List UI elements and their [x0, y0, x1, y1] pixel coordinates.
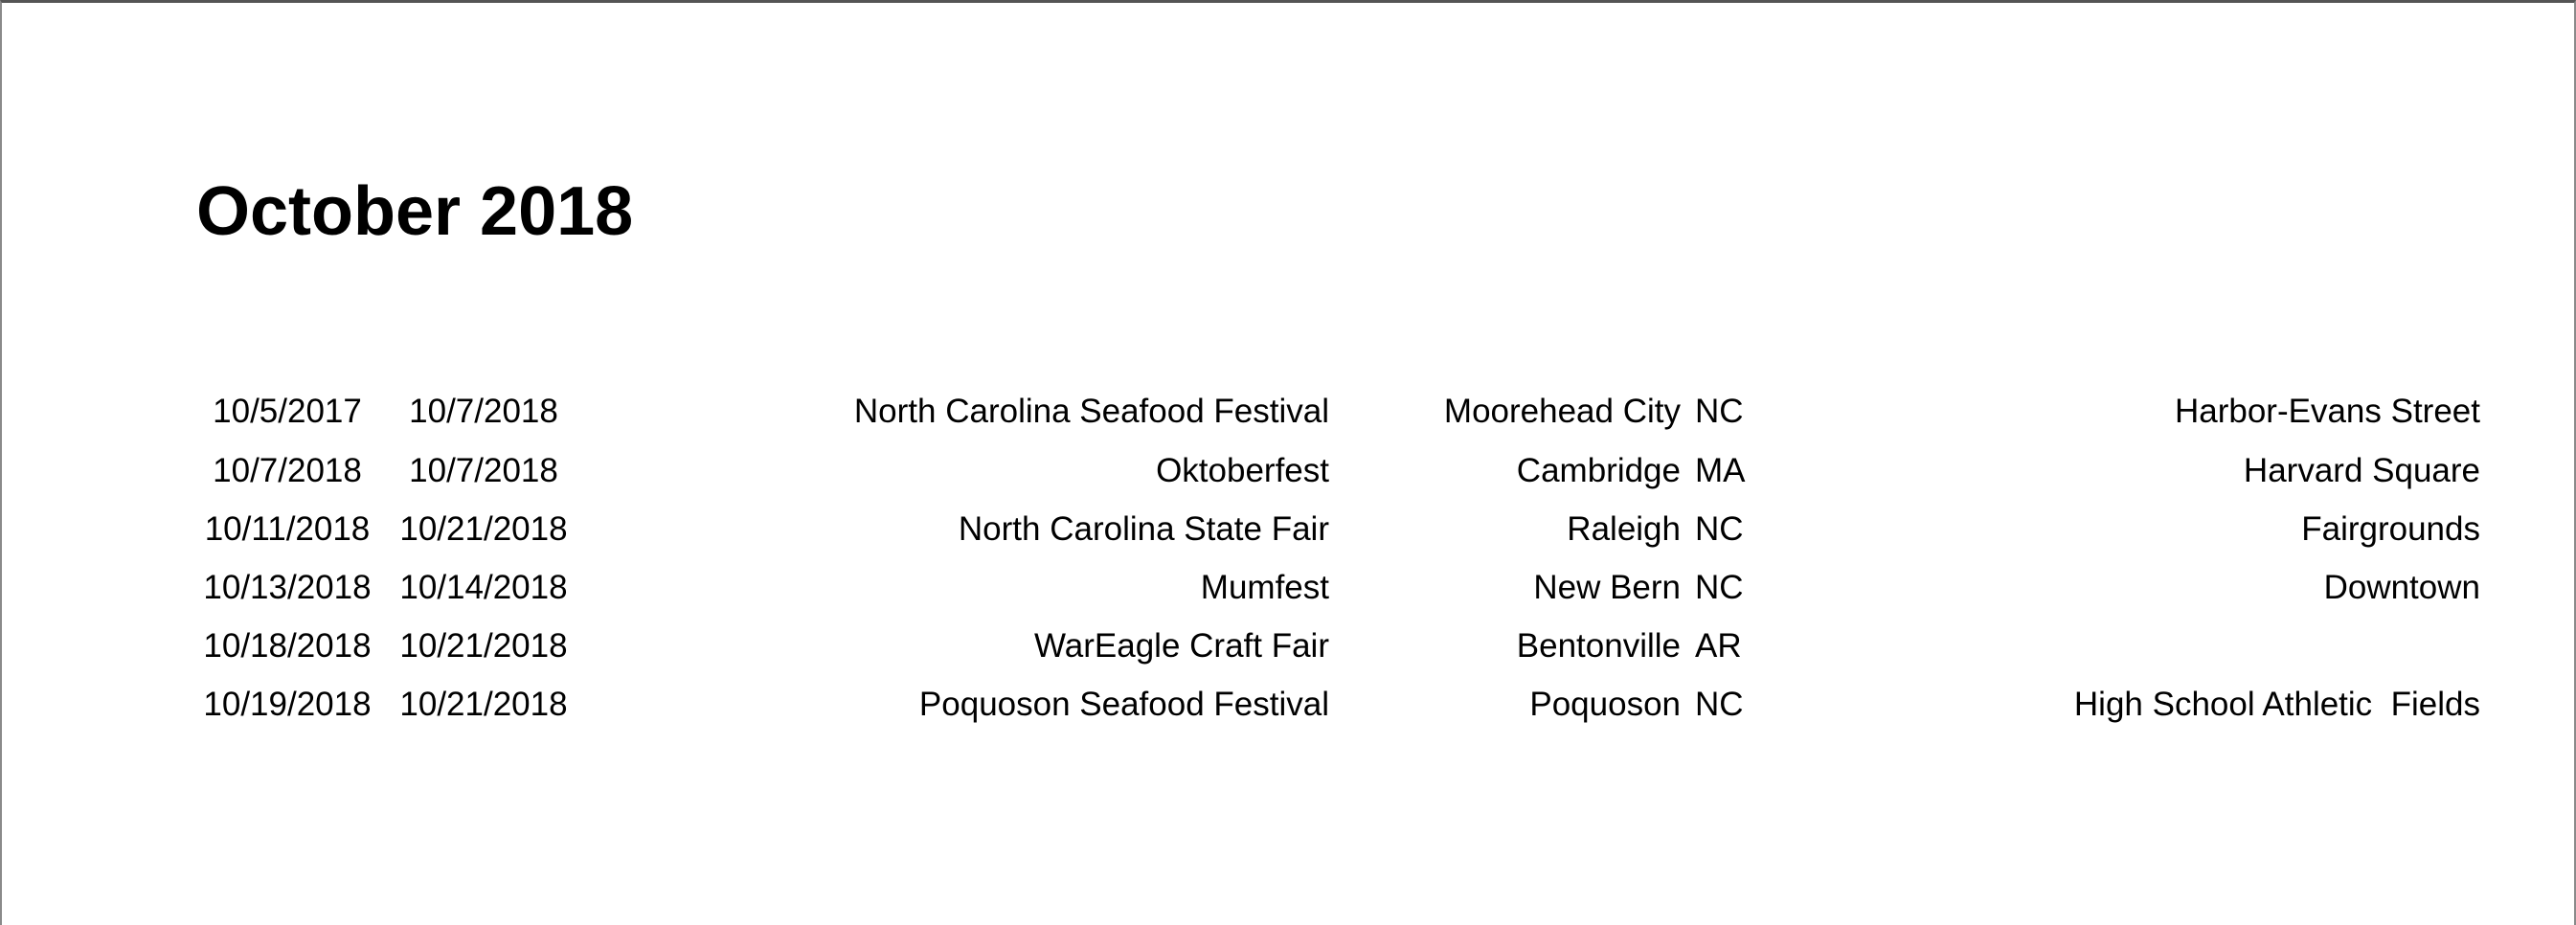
event-city: Poquoson	[1529, 686, 1681, 723]
event-row: 10/19/2018 10/21/2018 Poquoson Seafood F…	[0, 675, 2576, 733]
event-state: NC	[1695, 686, 1744, 723]
event-start-date: 10/18/2018	[203, 627, 372, 665]
event-start-date: 10/5/2017	[213, 393, 362, 430]
events-table: 10/5/2017 10/7/2018 North Carolina Seafo…	[0, 0, 2576, 925]
event-row: 10/7/2018 10/7/2018 Oktoberfest Cambridg…	[0, 441, 2576, 500]
event-row: 10/5/2017 10/7/2018 North Carolina Seafo…	[0, 382, 2576, 440]
event-end-date: 10/7/2018	[409, 452, 558, 489]
event-name: WarEagle Craft Fair	[1034, 627, 1329, 665]
event-city: Cambridge	[1516, 452, 1681, 489]
event-start-date: 10/19/2018	[203, 686, 372, 723]
event-row: 10/18/2018 10/21/2018 WarEagle Craft Fai…	[0, 617, 2576, 675]
event-venue: Harvard Square	[2243, 452, 2480, 489]
event-city: New Bern	[1533, 569, 1681, 606]
event-row: 10/11/2018 10/21/2018 North Carolina Sta…	[0, 500, 2576, 558]
event-name: Mumfest	[1200, 569, 1329, 606]
event-name: North Carolina Seafood Festival	[853, 393, 1329, 430]
event-state: AR	[1695, 627, 1742, 665]
event-end-date: 10/7/2018	[409, 393, 558, 430]
event-state: NC	[1695, 569, 1744, 606]
event-venue: High School Athletic Fields	[2073, 686, 2480, 723]
event-end-date: 10/21/2018	[399, 686, 568, 723]
event-venue: Downtown	[2323, 569, 2480, 606]
event-name: North Carolina State Fair	[958, 510, 1329, 548]
event-start-date: 10/11/2018	[204, 510, 371, 548]
event-city: Moorehead City	[1443, 393, 1681, 430]
event-start-date: 10/13/2018	[203, 569, 372, 606]
event-city: Bentonville	[1516, 627, 1681, 665]
event-name: Oktoberfest	[1156, 452, 1329, 489]
event-venue: Fairgrounds	[2301, 510, 2480, 548]
event-row: 10/13/2018 10/14/2018 Mumfest New Bern N…	[0, 558, 2576, 617]
event-name: Poquoson Seafood Festival	[918, 686, 1329, 723]
event-venue: Harbor-Evans Street	[2174, 393, 2480, 430]
event-start-date: 10/7/2018	[213, 452, 362, 489]
event-end-date: 10/21/2018	[399, 510, 568, 548]
event-end-date: 10/21/2018	[399, 627, 568, 665]
event-state: NC	[1695, 510, 1744, 548]
event-state: NC	[1695, 393, 1744, 430]
event-state: MA	[1695, 452, 1746, 489]
event-city: Raleigh	[1567, 510, 1681, 548]
event-end-date: 10/14/2018	[399, 569, 568, 606]
